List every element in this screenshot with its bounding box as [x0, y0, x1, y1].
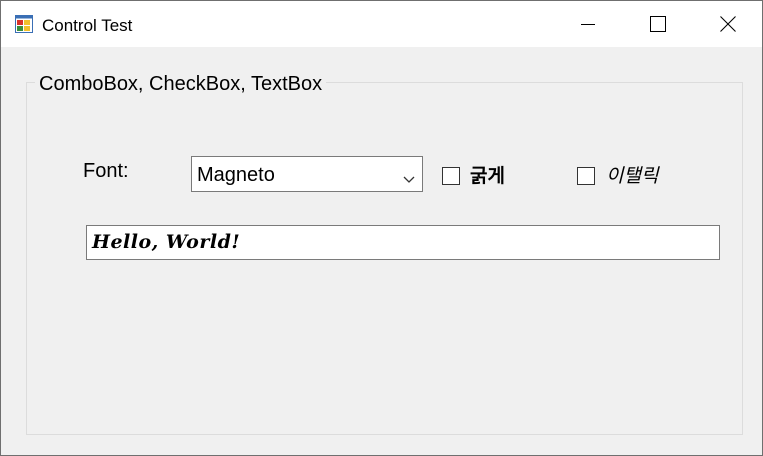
minimize-button[interactable] — [553, 1, 623, 47]
italic-checkbox-label[interactable]: 이탤릭 — [606, 165, 658, 189]
font-combobox[interactable]: Magneto — [191, 156, 423, 192]
control-test-window: Control Test ComboBox, CheckBox, TextBox… — [0, 0, 763, 456]
bold-checkbox-label[interactable]: 굵게 — [470, 165, 505, 189]
maximize-icon — [650, 16, 666, 32]
window-title: Control Test — [42, 16, 133, 35]
text-input[interactable]: Hello, World! — [86, 225, 720, 260]
checkbox-box[interactable] — [577, 167, 595, 185]
app-window-icon — [15, 15, 33, 33]
group-box-title: ComboBox, CheckBox, TextBox — [35, 71, 327, 97]
font-label: Font: — [83, 160, 129, 182]
maximize-button[interactable] — [623, 1, 693, 47]
italic-checkbox[interactable] — [577, 167, 595, 185]
close-button[interactable] — [693, 1, 763, 47]
bold-checkbox[interactable] — [442, 167, 460, 185]
close-icon — [720, 16, 736, 32]
minimize-icon — [581, 24, 595, 25]
font-combobox-value: Magneto — [197, 164, 275, 186]
text-input-value[interactable]: Hello, World! — [92, 230, 240, 254]
chevron-down-icon[interactable] — [403, 171, 415, 189]
title-bar[interactable]: Control Test — [1, 1, 762, 47]
checkbox-box[interactable] — [442, 167, 460, 185]
